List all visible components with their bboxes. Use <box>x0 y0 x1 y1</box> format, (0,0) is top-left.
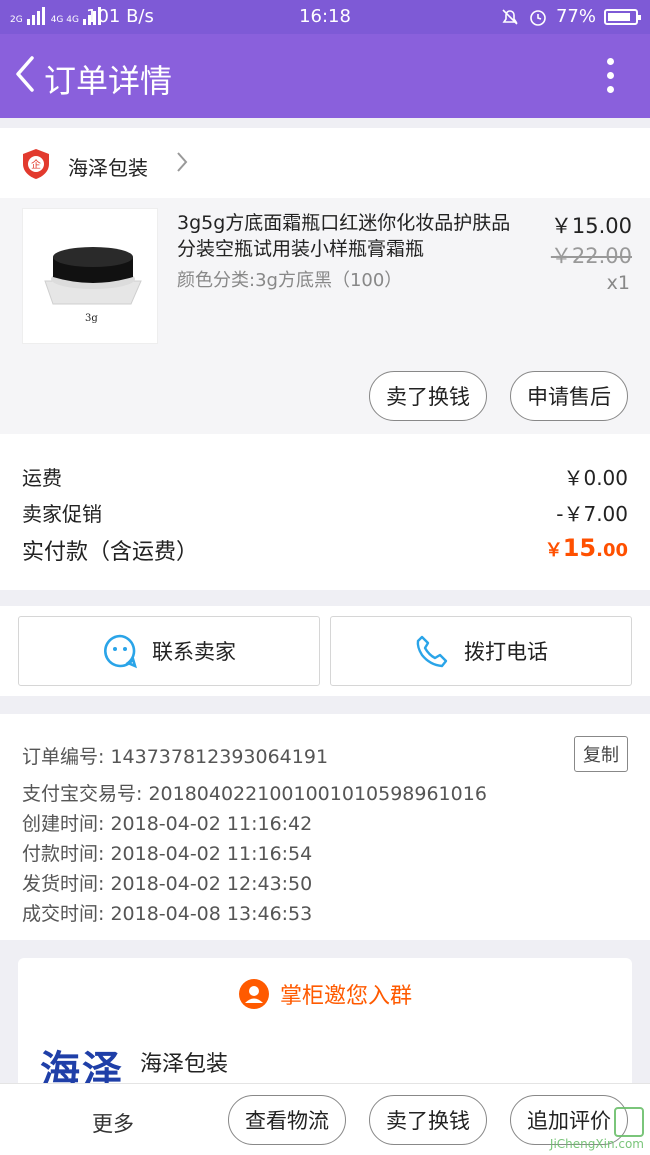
product-item[interactable]: 3g 3g5g方底面霜瓶口红迷你化妆品护肤品分装空瓶试用装小样瓶膏霜瓶 颜色分类… <box>0 198 650 434</box>
order-number: 订单编号: 143737812393064191 <box>22 746 329 768</box>
total-decimal: .00 <box>596 540 628 561</box>
product-thumbnail[interactable]: 3g <box>22 208 158 344</box>
shipping-label: 运费 <box>22 466 62 490</box>
order-info: 订单编号: 143737812393064191 复制 支付宝交易号: 2018… <box>0 714 650 940</box>
shop-row[interactable]: 企 海泽包装 <box>0 128 650 198</box>
sell-for-cash-bottom-button[interactable]: 卖了换钱 <box>369 1095 487 1145</box>
enterprise-shop-icon: 企 <box>23 149 49 179</box>
group-invite-card[interactable]: 掌柜邀您入群 海泽 海泽包装 <box>18 958 632 1098</box>
total-integer: 15 <box>562 534 597 562</box>
call-phone-label: 拨打电话 <box>464 640 548 664</box>
watermark: JiChengXin.com <box>550 1107 644 1151</box>
contact-seller-label: 联系卖家 <box>152 640 236 664</box>
call-phone-button[interactable]: 拨打电话 <box>330 616 632 686</box>
product-sku: 颜色分类:3g方底黑（100） <box>177 270 403 291</box>
completed-time: 成交时间: 2018-04-08 13:46:53 <box>22 903 313 925</box>
copy-button[interactable]: 复制 <box>574 736 628 772</box>
contact-seller-button[interactable]: 联系卖家 <box>18 616 320 686</box>
group-chat-icon <box>238 979 269 1009</box>
alarm-icon <box>530 9 546 26</box>
svg-text:企: 企 <box>31 158 41 171</box>
shop-name[interactable]: 海泽包装 <box>68 152 148 181</box>
created-time: 创建时间: 2018-04-02 11:16:42 <box>22 813 313 835</box>
product-title[interactable]: 3g5g方底面霜瓶口红迷你化妆品护肤品分装空瓶试用装小样瓶膏霜瓶 <box>177 210 517 262</box>
status-bar: 2G 4G 4G 101 B/s 16:18 77% <box>0 0 650 34</box>
invite-row[interactable]: 掌柜邀您入群 <box>18 978 632 1010</box>
fee-summary: 运费 ￥0.00 卖家促销 -￥7.00 实付款（含运费） ￥15.00 <box>0 434 650 590</box>
chevron-right-icon <box>177 152 188 172</box>
group-shop-name: 海泽包装 <box>140 1052 229 1077</box>
product-price: ￥15.00 <box>550 214 632 238</box>
mute-bell-icon <box>502 8 518 25</box>
view-logistics-button[interactable]: 查看物流 <box>228 1095 346 1145</box>
watermark-text: JiChengXin.com <box>549 1137 644 1151</box>
more-button[interactable]: 更多 <box>92 1108 134 1138</box>
after-sale-button[interactable]: 申请售后 <box>510 371 628 421</box>
paid-time: 付款时间: 2018-04-02 11:16:54 <box>22 843 313 865</box>
promo-value: -￥7.00 <box>556 502 628 526</box>
product-quantity: x1 <box>606 272 630 294</box>
contact-bar: 联系卖家 拨打电话 <box>0 606 650 696</box>
page-title: 订单详情 <box>44 62 173 100</box>
back-arrow-icon[interactable] <box>10 54 40 94</box>
chat-bubble-icon <box>104 634 138 669</box>
more-options-icon[interactable] <box>604 58 616 98</box>
invite-text: 掌柜邀您入群 <box>279 984 412 1009</box>
watermark-logo-icon <box>614 1107 644 1137</box>
total-amount: ￥15.00 <box>545 534 628 566</box>
total-currency: ￥ <box>544 540 563 561</box>
sell-for-cash-button[interactable]: 卖了换钱 <box>369 371 487 421</box>
shipped-time: 发货时间: 2018-04-02 12:43:50 <box>22 873 313 895</box>
alipay-trade-number: 支付宝交易号: 2018040221001001010598961016 <box>22 783 487 805</box>
promo-label: 卖家促销 <box>22 502 102 526</box>
product-original-price: ￥22.00 <box>550 244 632 268</box>
phone-icon <box>416 635 448 668</box>
shipping-value: ￥0.00 <box>563 466 628 490</box>
total-label: 实付款（含运费） <box>22 540 199 565</box>
battery-icon <box>604 8 641 25</box>
thumb-size-label: 3g <box>85 313 98 324</box>
app-header: 订单详情 <box>0 34 650 118</box>
battery-percent: 77% <box>555 6 596 27</box>
